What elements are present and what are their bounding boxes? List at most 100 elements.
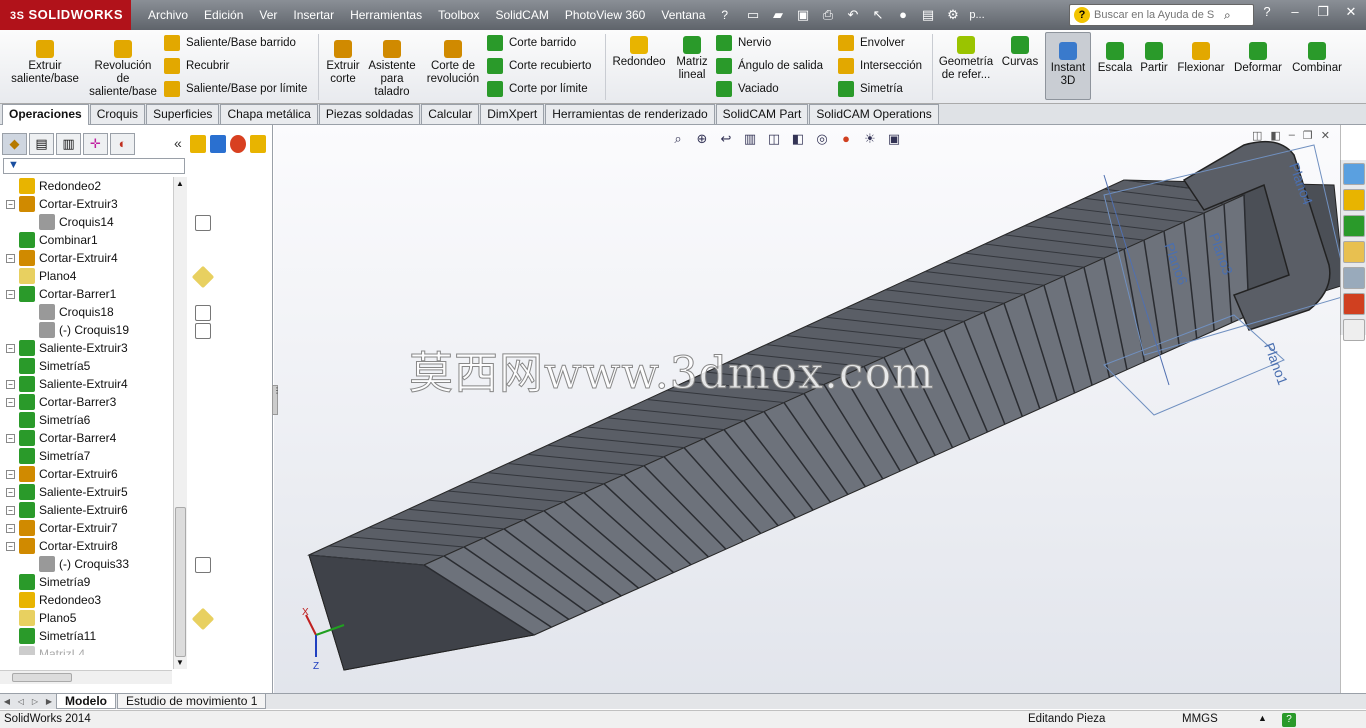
status-units[interactable]: MMGS <box>1182 713 1218 725</box>
search-input[interactable] <box>1094 9 1224 21</box>
tree-expand-icon[interactable]: − <box>6 505 15 515</box>
tab-solidcam-operations[interactable]: SolidCAM Operations <box>809 104 939 124</box>
help-dropdown-icon[interactable]: ? <box>1258 4 1276 20</box>
tab-prev-icon[interactable]: ◁ <box>14 695 28 709</box>
help-search-box[interactable]: ? ⌕ <box>1069 4 1254 26</box>
lofted-cut-button[interactable]: Corte recubierto <box>487 57 591 75</box>
linear-pattern-button[interactable]: Matriz lineal <box>672 36 712 82</box>
swept-cut-button[interactable]: Corte barrido <box>487 34 576 52</box>
tree-item[interactable]: Combinar1 <box>6 231 98 249</box>
tree-item[interactable]: Plano4 <box>6 267 76 285</box>
tree-item[interactable]: − Cortar-Extruir6 <box>6 465 118 483</box>
quick-extra-label[interactable]: p... <box>967 5 987 25</box>
file-properties-icon[interactable]: ▤ <box>917 5 939 25</box>
tree-vertical-scrollbar[interactable]: ▲ ▼ <box>173 177 187 669</box>
tree-expand-icon[interactable]: − <box>6 343 15 353</box>
tree-item[interactable]: Redondeo2 <box>6 177 101 195</box>
solidworks-logo[interactable]: 3S SOLIDWORKS <box>0 0 131 30</box>
tab-first-icon[interactable]: ◀ <box>0 695 14 709</box>
tree-item[interactable]: − Cortar-Barrer1 <box>6 285 116 303</box>
tree-item[interactable]: − Cortar-Extruir4 <box>6 249 118 267</box>
tree-item[interactable]: − Saliente-Extruir6 <box>6 501 128 519</box>
scroll-up-icon[interactable]: ▲ <box>176 179 184 188</box>
new-document-icon[interactable]: ▭ <box>742 5 764 25</box>
display-manager-tab-icon[interactable]: ◐ <box>110 133 135 155</box>
tree-item[interactable]: Simetría7 <box>6 447 90 465</box>
tree-expand-icon[interactable]: − <box>6 379 15 389</box>
tab-piezas-soldadas[interactable]: Piezas soldadas <box>318 104 421 124</box>
scroll-down-icon[interactable]: ▼ <box>176 658 184 667</box>
tab-solidcam-part[interactable]: SolidCAM Part <box>715 104 809 124</box>
minimize-icon[interactable]: – <box>1286 4 1304 20</box>
undo-icon[interactable]: ↶ <box>842 5 864 25</box>
view-palette-icon[interactable] <box>1343 267 1365 289</box>
extrude-boss-button[interactable]: Extruir saliente/base <box>6 40 84 86</box>
appearance-icon[interactable] <box>230 135 246 153</box>
draft-button[interactable]: Ángulo de salida <box>716 57 823 75</box>
loft-boss-button[interactable]: Recubrir <box>164 57 229 75</box>
units-dropdown-icon[interactable]: ▲ <box>1258 713 1267 723</box>
dimxpert-manager-tab-icon[interactable]: ✛ <box>83 133 108 155</box>
tree-item[interactable]: Simetría5 <box>6 357 90 375</box>
wrap-button[interactable]: Envolver <box>838 34 905 52</box>
intersect-button[interactable]: Intersección <box>838 57 922 75</box>
flex-button[interactable]: Flexionar <box>1174 42 1228 75</box>
menu-solidcam[interactable]: SolidCAM <box>487 0 556 30</box>
reference-geometry-button[interactable]: Geometría de refer... <box>936 36 996 82</box>
pane-splitter-handle[interactable]: ⋮ <box>272 385 281 415</box>
tab-chapa-metalica[interactable]: Chapa metálica <box>220 104 318 124</box>
status-help-icon[interactable]: ? <box>1282 713 1296 727</box>
tree-item[interactable]: Simetría11 <box>6 627 96 645</box>
mates-icon[interactable] <box>190 135 206 153</box>
menu-insertar[interactable]: Insertar <box>285 0 342 30</box>
custom-properties-icon[interactable] <box>1343 319 1365 341</box>
tab-dimxpert[interactable]: DimXpert <box>480 104 545 124</box>
menu-toolbox[interactable]: Toolbox <box>430 0 487 30</box>
tree-item[interactable]: Simetría9 <box>6 573 90 591</box>
tree-expand-icon[interactable]: − <box>6 253 15 263</box>
menu-edicion[interactable]: Edición <box>196 0 251 30</box>
tree-item[interactable]: Croquis14 <box>26 213 114 231</box>
tree-item[interactable]: (-) Croquis19 <box>26 321 129 339</box>
tree-item[interactable]: MatrizL4 <box>6 645 85 655</box>
tab-superficies[interactable]: Superficies <box>146 104 220 124</box>
tab-operaciones[interactable]: Operaciones <box>2 104 89 125</box>
combine-button[interactable]: Combinar <box>1288 42 1346 75</box>
file-explorer-icon[interactable] <box>1343 241 1365 263</box>
home-icon[interactable] <box>1343 189 1365 211</box>
save-icon[interactable]: ▣ <box>792 5 814 25</box>
menu-photoview[interactable]: PhotoView 360 <box>557 0 654 30</box>
curves-button[interactable]: Curvas <box>1000 36 1040 69</box>
tab-croquis[interactable]: Croquis <box>89 104 146 124</box>
tree-item[interactable]: Plano5 <box>6 609 76 627</box>
hole-wizard-button[interactable]: Asistente para taladro <box>366 40 418 99</box>
boundary-boss-button[interactable]: Saliente/Base por límite <box>164 80 307 98</box>
scroll-thumb[interactable] <box>175 507 186 657</box>
scale-button[interactable]: Escala <box>1096 42 1134 75</box>
tab-modelo[interactable]: Modelo <box>56 694 116 709</box>
tab-herramientas-renderizado[interactable]: Herramientas de renderizado <box>545 104 715 124</box>
design-library-icon[interactable] <box>1343 215 1365 237</box>
tree-expand-icon[interactable]: − <box>6 469 15 479</box>
tree-item[interactable]: − Cortar-Barrer3 <box>6 393 116 411</box>
open-folder-icon[interactable]: ▰ <box>767 5 789 25</box>
tab-calcular[interactable]: Calcular <box>421 104 480 124</box>
cube-icon[interactable] <box>210 135 226 153</box>
tree-item[interactable]: − Cortar-Extruir7 <box>6 519 118 537</box>
tree-expand-icon[interactable]: − <box>6 541 15 551</box>
hscroll-thumb[interactable] <box>12 673 72 682</box>
menu-ventana[interactable]: Ventana <box>653 0 713 30</box>
tree-item[interactable]: (-) Croquis33 <box>26 555 129 573</box>
tree-item[interactable]: Simetría6 <box>6 411 90 429</box>
tree-expand-icon[interactable]: − <box>6 289 15 299</box>
tree-item[interactable]: − Cortar-Extruir8 <box>6 537 118 555</box>
tree-item[interactable]: Croquis18 <box>26 303 114 321</box>
fillet-button[interactable]: Redondeo <box>610 36 668 69</box>
split-button[interactable]: Partir <box>1136 42 1172 75</box>
tab-last-icon[interactable]: ▶ <box>42 695 56 709</box>
tree-expand-icon[interactable]: − <box>6 523 15 533</box>
graphics-area[interactable]: ⌕ ⊕ ↩ ▥ ◫ ◧ ◎ ● ☀ ▣ ◫ ◧ – ❐ ✕ Plano4 Pla… <box>274 125 1340 693</box>
restore-icon[interactable]: ❐ <box>1314 4 1332 20</box>
tree-item[interactable]: − Saliente-Extruir3 <box>6 339 128 357</box>
menu-help[interactable]: ? <box>713 0 736 30</box>
